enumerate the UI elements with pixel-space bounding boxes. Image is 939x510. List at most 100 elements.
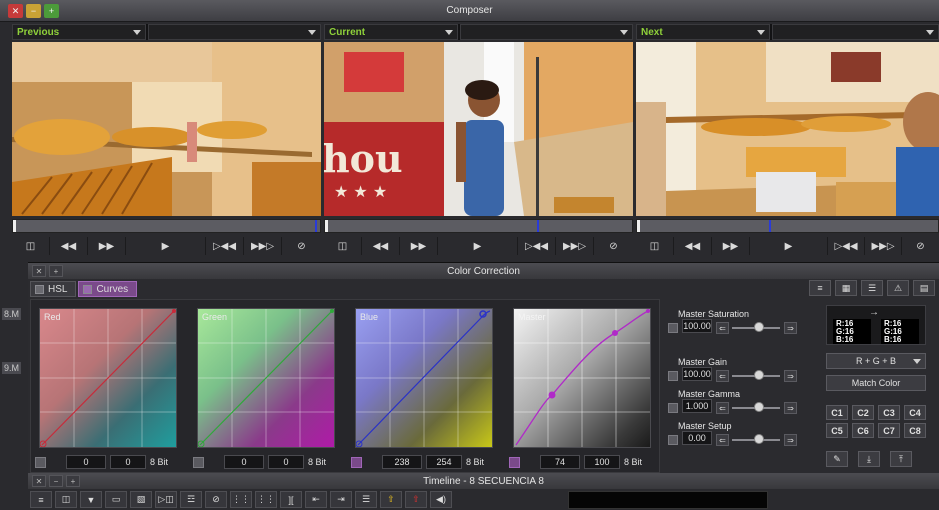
play-icon[interactable]: ▶ (438, 237, 518, 255)
match-color-swatch[interactable]: → R:16 G:16 B:16 R:16 G:16 B:16 (826, 305, 926, 345)
blue-enable-toggle[interactable] (351, 456, 362, 468)
rewind-icon[interactable]: ◀◀ (50, 237, 88, 255)
monitor-icon[interactable]: ◫ (636, 237, 674, 255)
master-gamma-toggle[interactable] (668, 403, 678, 413)
master-saturation-field[interactable]: 100.00 (682, 319, 712, 333)
rewind-icon[interactable]: ◀◀ (362, 237, 400, 255)
fast-forward-icon[interactable]: ▶▶ (88, 237, 126, 255)
extract-up-icon[interactable]: ⇧ (405, 491, 427, 508)
master-setup-toggle[interactable] (668, 435, 678, 445)
monitor-icon[interactable]: ◫ (55, 491, 77, 508)
list-icon[interactable]: ☰ (355, 491, 377, 508)
green-input-field[interactable]: 0 (224, 455, 264, 469)
next-sequence-menu[interactable] (772, 24, 939, 40)
c2-button[interactable]: C2 (852, 405, 874, 420)
add-correction-icon[interactable]: ⤒ (890, 451, 912, 467)
lift-up-icon[interactable]: ⇧ (380, 491, 402, 508)
tab-hsl[interactable]: HSL (30, 281, 77, 297)
arrow-right-icon[interactable]: ⇒ (784, 322, 797, 334)
arrow-left-icon[interactable]: ⇐ (716, 322, 729, 334)
arrow-left-icon[interactable]: ⇐ (716, 370, 729, 382)
speaker-icon[interactable]: ◀) (430, 491, 452, 508)
master-enable-toggle[interactable] (509, 456, 520, 468)
eyedropper-icon[interactable]: ✎ (826, 451, 848, 467)
previous-playhead[interactable] (315, 220, 317, 232)
segment-icon[interactable]: ⋮⋮ (230, 491, 252, 508)
next-position-bar[interactable] (636, 219, 939, 233)
arrow-left-icon[interactable]: ⇐ (716, 434, 729, 446)
master-curve-graph[interactable]: Master (513, 308, 651, 448)
current-position-bar[interactable] (324, 219, 633, 233)
c5-button[interactable]: C5 (826, 423, 848, 438)
green-enable-toggle[interactable] (193, 456, 204, 468)
red-curve-graph[interactable]: Red (39, 308, 177, 448)
master-gain-toggle[interactable] (668, 371, 678, 381)
list-icon[interactable]: ☰ (861, 280, 883, 296)
master-saturation-knob[interactable] (754, 322, 764, 332)
c6-button[interactable]: C6 (852, 423, 874, 438)
mark-in-icon[interactable]: ▷◀◀ (828, 237, 865, 255)
monitor-icon[interactable]: ◫ (12, 237, 50, 255)
match-color-button[interactable]: Match Color (826, 375, 926, 391)
red-output-field[interactable]: 0 (110, 455, 146, 469)
clear-marks-icon[interactable]: ⊘ (282, 237, 321, 255)
red-enable-toggle[interactable] (35, 456, 46, 468)
c3-button[interactable]: C3 (878, 405, 900, 420)
settings-sliders-icon[interactable]: ≡ (809, 280, 831, 296)
arrow-right-icon[interactable]: ⇒ (784, 434, 797, 446)
overwrite-icon[interactable]: ▭ (105, 491, 127, 508)
play-icon[interactable]: ▶ (750, 237, 828, 255)
monitor-icon[interactable]: ◫ (324, 237, 362, 255)
mark-in-icon[interactable]: ▷◀◀ (518, 237, 556, 255)
current-label-menu[interactable]: Current (324, 24, 458, 40)
previous-position-bar[interactable] (12, 219, 321, 233)
master-saturation-toggle[interactable] (668, 323, 678, 333)
extract-icon[interactable]: ☲ (180, 491, 202, 508)
warning-icon[interactable]: ⚠ (887, 280, 909, 296)
master-gamma-knob[interactable] (754, 402, 764, 412)
master-setup-field[interactable]: 0.00 (682, 431, 712, 445)
go-to-out-icon[interactable]: ⇥ (330, 491, 352, 508)
mark-in-icon[interactable]: ▷◀◀ (206, 237, 244, 255)
c1-button[interactable]: C1 (826, 405, 848, 420)
green-curve-graph[interactable]: Green (197, 308, 335, 448)
save-icon[interactable]: ▤ (913, 280, 935, 296)
clear-marks-icon[interactable]: ⊘ (902, 237, 939, 255)
fast-forward-icon[interactable]: ▶▶ (712, 237, 750, 255)
lift-icon[interactable]: ▷◫ (155, 491, 177, 508)
clear-marks-icon[interactable]: ⊘ (594, 237, 633, 255)
trim-icon[interactable]: ⋮⋮ (255, 491, 277, 508)
arrow-left-icon[interactable]: ⇐ (716, 402, 729, 414)
add-edit-icon[interactable]: ][ (280, 491, 302, 508)
master-input-field[interactable]: 74 (540, 455, 580, 469)
clear-marks-icon[interactable]: ⊘ (205, 491, 227, 508)
red-input-field[interactable]: 0 (66, 455, 106, 469)
chevron-down-icon[interactable]: ▼ (80, 491, 102, 508)
mark-out-icon[interactable]: ▶▶▷ (244, 237, 282, 255)
mark-out-icon[interactable]: ▶▶▷ (556, 237, 594, 255)
match-mode-dropdown[interactable]: R + G + B (826, 353, 926, 369)
mark-out-icon[interactable]: ▶▶▷ (865, 237, 902, 255)
play-icon[interactable]: ▶ (126, 237, 206, 255)
go-to-in-icon[interactable]: ⇤ (305, 491, 327, 508)
c8-button[interactable]: C8 (904, 423, 926, 438)
remove-correction-icon[interactable]: ⤓ (858, 451, 880, 467)
rewind-icon[interactable]: ◀◀ (674, 237, 712, 255)
c4-button[interactable]: C4 (904, 405, 926, 420)
splice-icon[interactable]: ▧ (130, 491, 152, 508)
tab-curves[interactable]: Curves (78, 281, 138, 297)
blue-output-field[interactable]: 254 (426, 455, 462, 469)
master-gamma-field[interactable]: 1.000 (682, 399, 712, 413)
c7-button[interactable]: C7 (878, 423, 900, 438)
master-gain-field[interactable]: 100.00 (682, 367, 712, 381)
previous-sequence-menu[interactable] (148, 24, 321, 40)
arrow-right-icon[interactable]: ⇒ (784, 370, 797, 382)
master-setup-knob[interactable] (754, 434, 764, 444)
color-bars-icon[interactable]: ▦ (835, 280, 857, 296)
master-gain-knob[interactable] (754, 370, 764, 380)
fast-forward-icon[interactable]: ▶▶ (400, 237, 438, 255)
current-sequence-menu[interactable] (460, 24, 633, 40)
green-output-field[interactable]: 0 (268, 455, 304, 469)
arrow-right-icon[interactable]: ⇒ (784, 402, 797, 414)
master-output-field[interactable]: 100 (584, 455, 620, 469)
